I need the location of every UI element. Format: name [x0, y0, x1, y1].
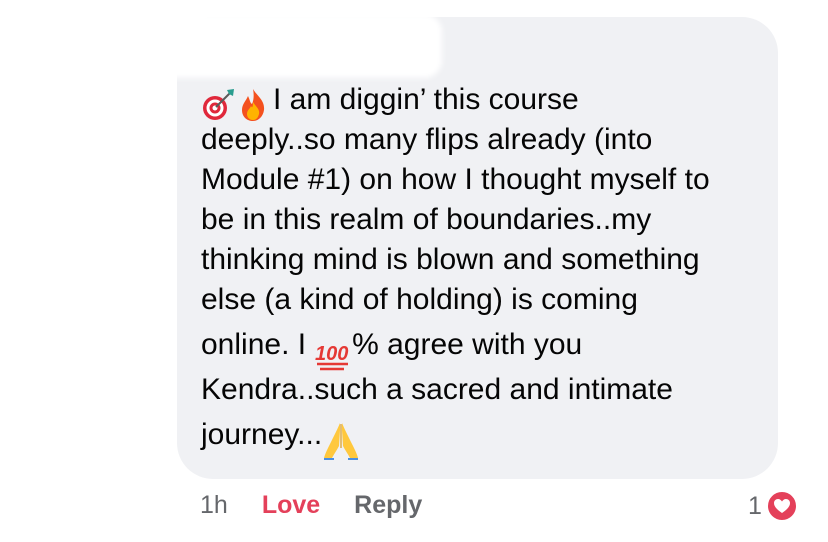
comment-line-1: I am diggin’ this course	[273, 83, 579, 116]
love-reaction-button[interactable]: Love	[262, 491, 320, 520]
comment-line-2: deeply..so many flips already (into	[201, 123, 653, 156]
comment-line: online. I 100 % agree with you	[201, 320, 771, 371]
comment-line: journey...	[201, 410, 771, 460]
reaction-summary[interactable]: 1	[748, 488, 798, 524]
comment-line-6: else (a kind of holding) is coming	[201, 283, 638, 316]
hundred-points-icon: 100	[314, 338, 350, 371]
reply-button[interactable]: Reply	[354, 491, 422, 520]
comment-line: deeply..so many flips already (into	[201, 120, 771, 160]
love-heart-icon	[765, 490, 798, 522]
folded-hands-icon	[322, 420, 360, 460]
comment-line: Kendra..such a sacred and intimate	[201, 370, 771, 410]
comment-line-4: be in this realm of boundaries..my	[201, 203, 652, 236]
comment-timestamp[interactable]: 1h	[200, 491, 228, 520]
comment-line-7-end: % agree with you	[352, 328, 583, 361]
reaction-count: 1	[748, 491, 762, 520]
comment-line-3: Module #1) on how I thought myself to	[201, 163, 710, 196]
comment-line-8: Kendra..such a sacred and intimate	[201, 373, 673, 406]
redacted-author-name	[120, 14, 442, 78]
comment-body: I am diggin’ this course deeply..so many…	[201, 78, 771, 460]
fire-icon	[237, 88, 267, 121]
comment-line: I am diggin’ this course	[201, 78, 771, 121]
comment-line-9: journey...	[201, 418, 323, 451]
comment-line: thinking mind is blown and something	[201, 240, 771, 280]
bullseye-icon	[201, 88, 234, 120]
comment-line: Module #1) on how I thought myself to	[201, 160, 771, 200]
comment-line-7-start: online. I	[201, 328, 307, 361]
comment-line-5: thinking mind is blown and something	[201, 243, 700, 276]
comment-line: be in this realm of boundaries..my	[201, 200, 771, 240]
comment-line: else (a kind of holding) is coming	[201, 280, 771, 320]
svg-text:100: 100	[315, 343, 348, 365]
comment-actions: 1h Love Reply	[200, 485, 422, 525]
